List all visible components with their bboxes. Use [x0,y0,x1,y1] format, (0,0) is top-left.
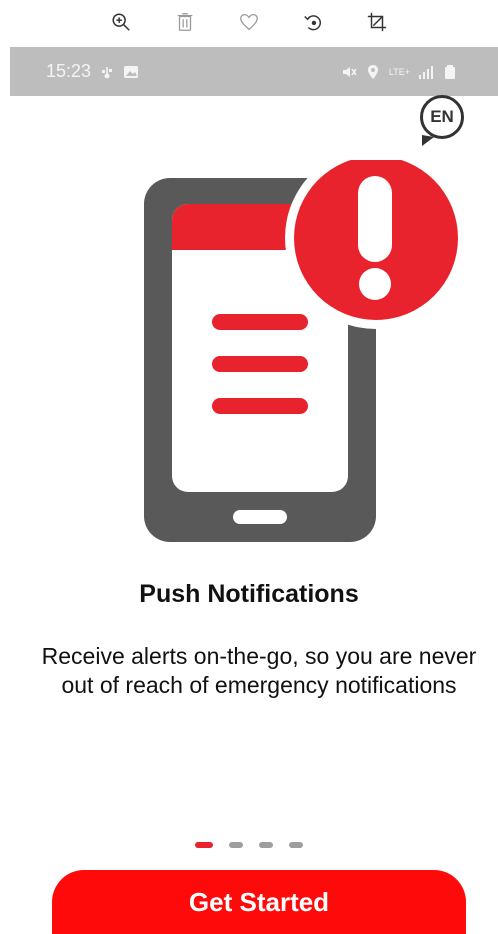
page-dot[interactable] [289,842,303,848]
page-dot[interactable] [259,842,273,848]
page-dot-active[interactable] [195,842,213,848]
image-icon [123,64,139,80]
exclamation-dot [359,268,391,300]
viewer-toolbar [0,0,498,44]
content-line [212,398,308,414]
crop-icon[interactable] [345,4,409,40]
lte-label: LTE+ [388,66,410,77]
home-button [233,510,287,524]
rotate-icon[interactable] [281,4,345,40]
page-dot[interactable] [229,842,243,848]
signal-icon [418,64,434,80]
usb-icon [99,64,115,80]
get-started-button[interactable]: Get Started [52,870,466,934]
page-indicator [0,842,498,848]
trash-icon[interactable] [153,4,217,40]
location-icon [365,64,381,80]
zoom-in-icon[interactable] [89,4,153,40]
onboarding-description: Receive alerts on-the-go, so you are nev… [41,643,477,698]
onboarding-title: Push Notifications [139,580,359,608]
heart-icon[interactable] [217,4,281,40]
content-line [212,314,308,330]
battery-icon [442,64,458,80]
content-line [212,356,308,372]
language-selector[interactable]: EN [420,95,472,147]
status-bar: 15:23 LTE+ [10,47,498,96]
mute-icon [341,64,357,80]
language-code: EN [420,95,464,139]
exclamation-bar [358,176,392,262]
status-time: 15:23 [46,61,92,81]
push-notification-illustration [140,147,470,550]
